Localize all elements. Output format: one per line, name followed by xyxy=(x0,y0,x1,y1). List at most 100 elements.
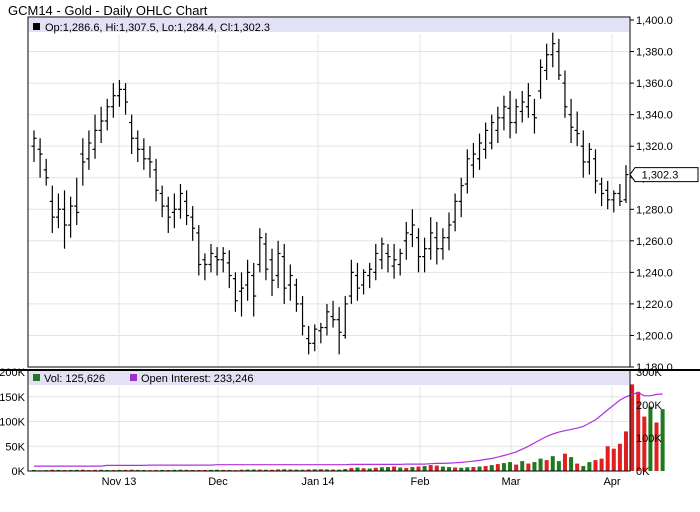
volume-bar xyxy=(483,466,488,471)
ohlc-bar xyxy=(86,130,92,170)
price-panel-border xyxy=(27,16,631,368)
ohlc-bar xyxy=(538,59,544,99)
price-legend-marker xyxy=(33,23,40,30)
volume-bar xyxy=(538,458,543,471)
ohlc-bar xyxy=(562,70,568,118)
ohlc-bar xyxy=(324,303,330,336)
ohlc-bar xyxy=(397,248,403,276)
ohlc-bar xyxy=(556,38,562,80)
date-tick-label: Feb xyxy=(411,476,430,488)
volume-bar xyxy=(520,461,525,471)
volume-bars xyxy=(32,384,665,471)
ohlc-bar xyxy=(226,250,232,289)
price-legend-text: Op:1,286.6, Hi:1,307.5, Lo:1,284.4, Cl:1… xyxy=(45,22,270,34)
date-tick-label: Jan 14 xyxy=(301,476,334,488)
ohlc-bar xyxy=(116,79,122,107)
ohlc-bar xyxy=(287,264,293,301)
open-interest-series xyxy=(34,391,663,467)
ohlc-bar xyxy=(592,149,598,194)
volume-bar xyxy=(477,466,482,471)
volume-bar xyxy=(465,467,470,471)
volume-bar xyxy=(410,467,415,471)
ohlc-bar xyxy=(531,98,537,134)
volume-bar xyxy=(544,460,549,471)
volume-bar xyxy=(471,467,476,471)
ohlc-bar xyxy=(483,122,489,159)
volume-bar xyxy=(562,453,567,471)
ohlc-bar xyxy=(568,98,574,144)
volume-bar xyxy=(453,467,458,471)
date-tick-label: Dec xyxy=(208,476,228,488)
ohlc-bar xyxy=(147,146,153,178)
volume-bar xyxy=(428,465,433,471)
volume-tick-label: 0K xyxy=(12,466,26,478)
ohlc-bar xyxy=(464,149,470,194)
volume-tick-label: 100K xyxy=(0,417,26,429)
volume-bar xyxy=(514,464,519,471)
ohlc-bar xyxy=(605,180,611,210)
ohlc-bar xyxy=(586,143,592,175)
ohlc-bar xyxy=(184,190,190,226)
volume-bar xyxy=(593,460,598,471)
ohlc-bar xyxy=(312,324,318,352)
ohlc-bars xyxy=(31,32,629,355)
ohlc-bar xyxy=(446,212,452,251)
ohlc-bar xyxy=(361,269,367,295)
ohlc-bar xyxy=(306,325,312,355)
ohlc-bar xyxy=(177,184,183,219)
ohlc-bar xyxy=(489,114,495,150)
ohlc-bar xyxy=(74,177,80,226)
open-interest-legend-marker xyxy=(130,374,137,381)
ohlc-bar xyxy=(214,247,220,276)
ohlc-bar xyxy=(171,193,177,229)
ohlc-bar xyxy=(208,243,214,273)
ohlc-bar xyxy=(68,196,74,238)
open-interest-line xyxy=(34,391,663,467)
volume-bar xyxy=(654,422,659,471)
ohlc-bar xyxy=(153,158,159,202)
ohlc-bar xyxy=(62,190,68,249)
volume-bar xyxy=(434,465,439,471)
ohlc-bar xyxy=(495,106,501,144)
ohlc-bar xyxy=(141,138,147,170)
volume-legend-band xyxy=(29,371,629,385)
volume-bar xyxy=(575,463,580,471)
volume-bar xyxy=(489,465,494,471)
ohlc-bar xyxy=(373,243,379,281)
ohlc-bar xyxy=(348,259,354,304)
date-tick-label: Apr xyxy=(603,476,620,488)
ohlc-bar xyxy=(281,243,287,304)
volume-bar xyxy=(587,462,592,471)
price-tick-label: 1,280.0 xyxy=(636,204,673,216)
ohlc-bar xyxy=(275,240,281,289)
ohlc-bar xyxy=(580,130,586,178)
volume-bar xyxy=(569,457,574,471)
chart-frame xyxy=(0,16,700,472)
price-tick-label: 1,320.0 xyxy=(636,141,673,153)
ohlc-bar xyxy=(232,272,238,312)
ohlc-bar xyxy=(239,272,245,317)
volume-bar xyxy=(556,461,561,471)
ohlc-bar xyxy=(318,322,324,344)
volume-bar xyxy=(495,464,500,471)
ohlc-bar xyxy=(391,243,397,279)
volume-bar xyxy=(630,384,635,471)
price-tick-label: 1,360.0 xyxy=(636,78,673,90)
price-tick-label: 1,380.0 xyxy=(636,47,673,59)
ohlc-bar xyxy=(129,114,135,155)
ohlc-bar xyxy=(257,228,263,273)
volume-bar xyxy=(550,456,555,471)
open-interest-legend-text: Open Interest: 233,246 xyxy=(141,373,254,385)
ohlc-bar xyxy=(513,98,519,134)
date-tick-label: Mar xyxy=(502,476,521,488)
volume-tick-label: 150K xyxy=(0,392,26,404)
volume-bar xyxy=(440,466,445,471)
volume-bar xyxy=(581,466,586,471)
ohlc-bar xyxy=(220,247,226,273)
volume-bar xyxy=(599,458,604,471)
price-tick-label: 1,260.0 xyxy=(636,236,673,248)
open-interest-tick-label: 0K xyxy=(636,466,650,478)
ohlc-bar xyxy=(623,165,629,203)
ohlc-bar xyxy=(123,83,129,115)
ohlc-bar xyxy=(422,237,428,273)
